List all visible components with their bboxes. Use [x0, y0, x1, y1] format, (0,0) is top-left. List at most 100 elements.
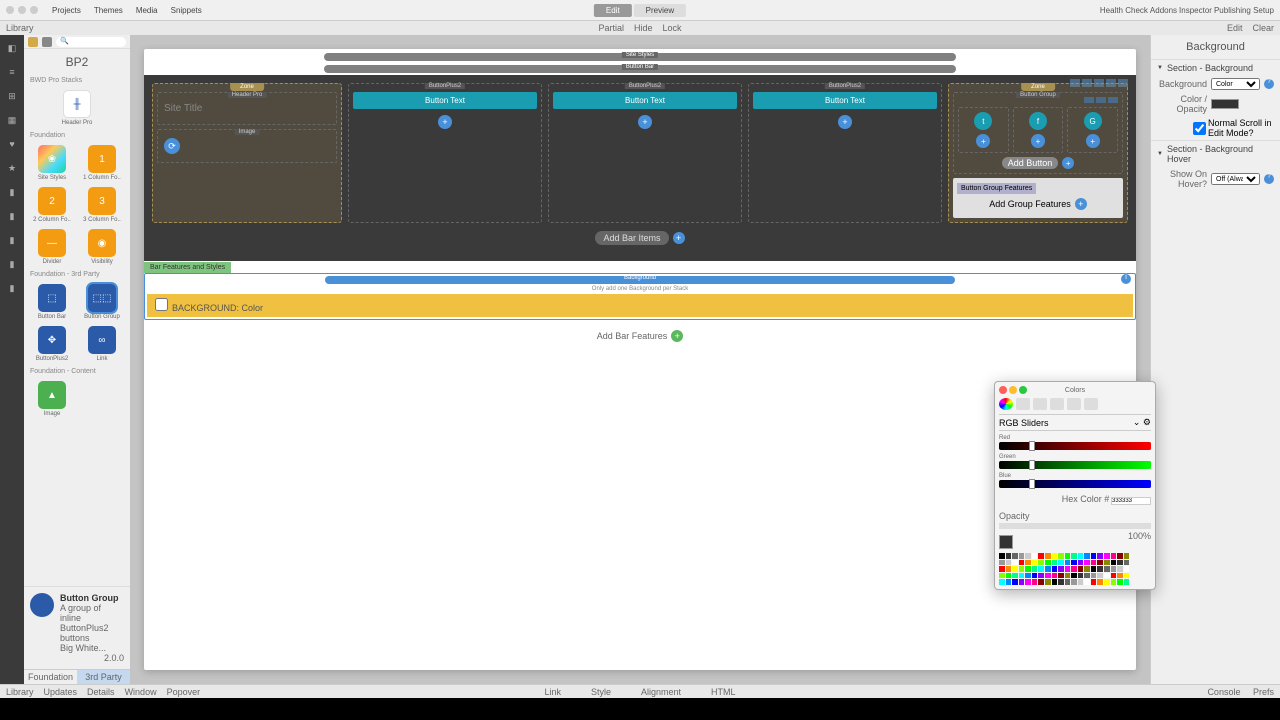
section-background[interactable]: ▼Section - Background — [1151, 60, 1280, 76]
cp-custom-icon[interactable] — [1084, 398, 1098, 410]
menu-inspector[interactable]: Inspector — [1179, 6, 1212, 15]
bottom-window[interactable]: Window — [125, 687, 157, 697]
add-button[interactable]: Add Button+ — [958, 157, 1118, 169]
bottom-details[interactable]: Details — [87, 687, 115, 697]
zone-right[interactable]: Zone Button Group t+ f+ G+ Add Button+ — [948, 83, 1128, 223]
header-pro-box[interactable]: Header Pro Site Title — [157, 92, 337, 125]
close-icon[interactable] — [6, 6, 14, 14]
color-picker[interactable]: Colors RGB Sliders⌄ ⚙ Red 51 Green 51 Bl… — [994, 381, 1156, 590]
bar-features-tab[interactable]: Bar Features and Styles — [144, 262, 231, 273]
buttonplus2-2[interactable]: ButtonPlus2 Button Text + — [548, 83, 742, 223]
folder-icon[interactable]: ▮ — [5, 257, 19, 271]
stack-1col[interactable]: 11 Column Fo.. — [80, 145, 124, 181]
bg-select[interactable]: Color — [1211, 78, 1260, 90]
bottom-link[interactable]: Link — [544, 687, 561, 697]
add-bar-features[interactable]: Add Bar Features+ — [144, 320, 1136, 352]
add-icon[interactable]: ⟳ — [164, 138, 180, 154]
hex-input[interactable] — [1111, 497, 1151, 505]
stack-3col[interactable]: 33 Column Fo.. — [80, 187, 124, 223]
mode-preview[interactable]: Preview — [634, 4, 686, 17]
stack-site-styles[interactable]: ❀Site Styles — [30, 145, 74, 181]
bg-color-row[interactable]: BACKGROUND: Color — [147, 294, 1133, 317]
menu-publishing[interactable]: Publishing Setup — [1214, 6, 1274, 15]
tab-media[interactable]: Media — [130, 4, 164, 17]
search-input[interactable]: 🔍 — [56, 37, 126, 47]
tab-snippets[interactable]: Snippets — [165, 4, 208, 17]
button-text[interactable]: Button Text — [553, 92, 737, 109]
filter-icon[interactable] — [28, 37, 38, 47]
color-swatch[interactable] — [1211, 99, 1239, 109]
add-bar-items[interactable]: Add Bar Items+ — [152, 223, 1128, 253]
site-styles-bar[interactable]: Site Styles — [324, 53, 956, 61]
stack-button-bar[interactable]: ⬚Button Bar — [30, 284, 74, 320]
cp-mode-select[interactable]: RGB Sliders⌄ ⚙ — [999, 414, 1151, 431]
toolbar-partial[interactable]: Partial — [598, 23, 624, 33]
heart-icon[interactable]: ♥ — [5, 137, 19, 151]
cp-palette-icon[interactable] — [1033, 398, 1047, 410]
bottom-updates[interactable]: Updates — [44, 687, 78, 697]
stack-image[interactable]: ▲Image — [30, 381, 74, 417]
folder-icon[interactable]: ▮ — [5, 185, 19, 199]
zoom-icon[interactable] — [30, 6, 38, 14]
mode-edit[interactable]: Edit — [594, 4, 632, 17]
bottom-style[interactable]: Style — [591, 687, 611, 697]
zone-left[interactable]: Zone Header Pro Site Title Image ⟳ — [152, 83, 342, 223]
info-icon[interactable]: i — [1121, 274, 1131, 284]
stack-link[interactable]: ∞Link — [80, 326, 124, 362]
folder-icon[interactable]: ▮ — [5, 233, 19, 247]
button-text[interactable]: Button Text — [353, 92, 537, 109]
social-button[interactable]: t+ — [958, 107, 1009, 153]
button-bar-bar[interactable]: Button Bar — [324, 65, 956, 73]
grid-icon[interactable]: ⊞ — [5, 89, 19, 103]
toolbar-clear[interactable]: Clear — [1252, 23, 1274, 33]
hover-select[interactable]: Off (Always show background) — [1211, 173, 1260, 185]
opacity-slider[interactable] — [999, 523, 1151, 529]
lib-tab-foundation[interactable]: Foundation — [24, 670, 77, 684]
buttonplus2-3[interactable]: ButtonPlus2 Button Text + — [748, 83, 942, 223]
tab-projects[interactable]: Projects — [46, 4, 87, 17]
green-slider[interactable]: Green 51 — [999, 454, 1151, 469]
toolbar-library[interactable]: Library — [6, 23, 34, 33]
stack-header-pro[interactable]: ╫Header Pro — [30, 90, 124, 126]
menu-health[interactable]: Health Check — [1100, 6, 1148, 15]
red-slider[interactable]: Red 51 — [999, 435, 1151, 450]
image-box[interactable]: Image ⟳ — [157, 129, 337, 163]
toolbar-edit[interactable]: Edit — [1227, 23, 1243, 33]
buttonplus2-1[interactable]: ButtonPlus2 Button Text + — [348, 83, 542, 223]
add-group-features[interactable]: Add Group Features+ — [957, 194, 1119, 214]
section-background-hover[interactable]: ▼Section - Background Hover — [1151, 141, 1280, 167]
lib-tab-3rdparty[interactable]: 3rd Party — [77, 670, 130, 684]
stack-button-group[interactable]: ⬚⬚Button Group — [80, 284, 124, 320]
background-section[interactable]: i Background Only add one Background per… — [144, 273, 1136, 320]
stack-divider[interactable]: —Divider — [30, 229, 74, 265]
stack-2col[interactable]: 22 Column Fo.. — [30, 187, 74, 223]
bottom-popover[interactable]: Popover — [167, 687, 201, 697]
button-group-features[interactable]: Button Group Features Add Group Features… — [953, 178, 1123, 218]
toolbar-hide[interactable]: Hide — [634, 23, 653, 33]
help-icon[interactable]: ? — [1264, 174, 1274, 184]
folder-icon[interactable]: ▮ — [5, 209, 19, 223]
button-group[interactable]: Button Group t+ f+ G+ Add Button+ — [953, 92, 1123, 174]
cp-spectrum-icon[interactable] — [1050, 398, 1064, 410]
toolbar-lock[interactable]: Lock — [663, 23, 682, 33]
add-icon[interactable]: + — [838, 115, 852, 129]
button-text[interactable]: Button Text — [753, 92, 937, 109]
bottom-prefs[interactable]: Prefs — [1253, 687, 1274, 697]
stack-icon[interactable]: ≡ — [5, 65, 19, 79]
menu-addons[interactable]: Addons — [1150, 6, 1177, 15]
cube-icon[interactable]: ◧ — [5, 41, 19, 55]
bottom-alignment[interactable]: Alignment — [641, 687, 681, 697]
color-swatches[interactable] — [999, 553, 1129, 585]
cp-crayons-icon[interactable] — [1067, 398, 1081, 410]
bottom-console[interactable]: Console — [1207, 687, 1240, 697]
minimize-icon[interactable] — [18, 6, 26, 14]
add-icon[interactable]: + — [438, 115, 452, 129]
bottom-html[interactable]: HTML — [711, 687, 736, 697]
image-icon[interactable]: ▦ — [5, 113, 19, 127]
help-icon[interactable]: ? — [1264, 79, 1274, 89]
scroll-checkbox[interactable] — [1193, 122, 1206, 135]
filter-icon[interactable] — [42, 37, 52, 47]
bottom-library[interactable]: Library — [6, 687, 34, 697]
current-color-swatch[interactable] — [999, 535, 1013, 549]
blue-slider[interactable]: Blue 51 — [999, 473, 1151, 488]
